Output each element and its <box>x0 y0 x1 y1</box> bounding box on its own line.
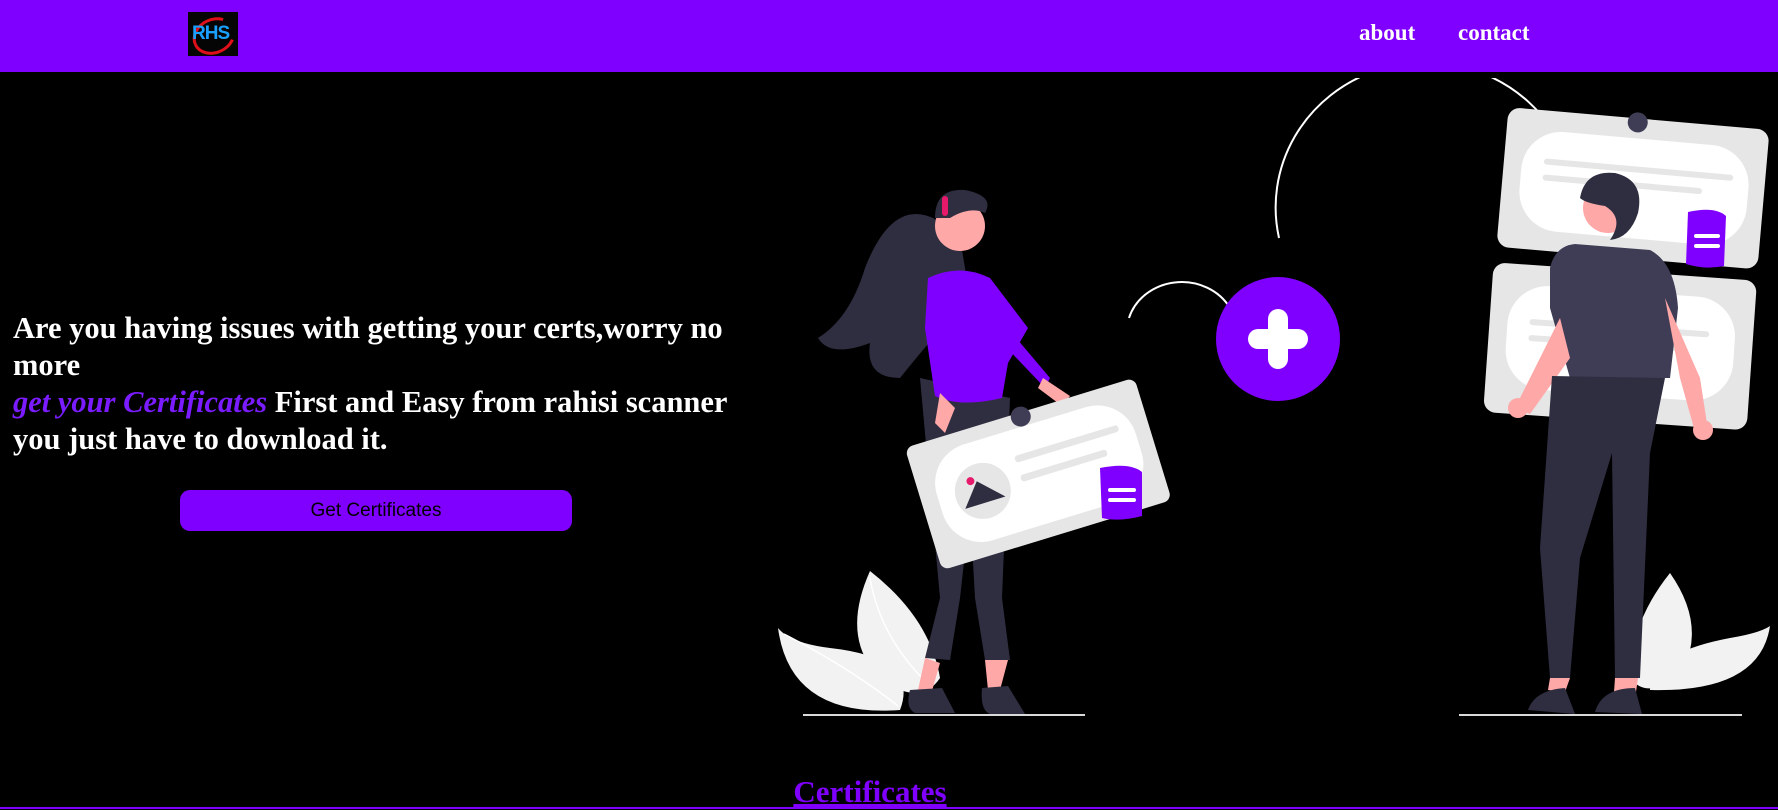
hero-heading-accent: get your Certificates <box>13 385 268 419</box>
rhs-logo[interactable]: RHS <box>188 12 238 56</box>
certificates-link[interactable]: Certificates <box>793 774 946 809</box>
plus-icon <box>1216 277 1340 401</box>
hero-heading: Are you having issues with getting your … <box>13 310 733 458</box>
section-heading: Certificates <box>0 774 1740 810</box>
hero-heading-line1: Are you having issues with getting your … <box>13 311 723 382</box>
nav-link-contact[interactable]: contact <box>1458 20 1530 46</box>
right-leaves-decoration <box>1630 573 1770 691</box>
get-certificates-button[interactable]: Get Certificates <box>180 490 572 531</box>
hero-illustration <box>778 78 1770 716</box>
navbar: RHS about contact <box>0 0 1778 72</box>
document-icon <box>1100 465 1142 520</box>
connector-arc-small <box>1128 281 1231 319</box>
nav-link-about[interactable]: about <box>1359 20 1415 46</box>
logo-text: RHS <box>192 23 230 44</box>
